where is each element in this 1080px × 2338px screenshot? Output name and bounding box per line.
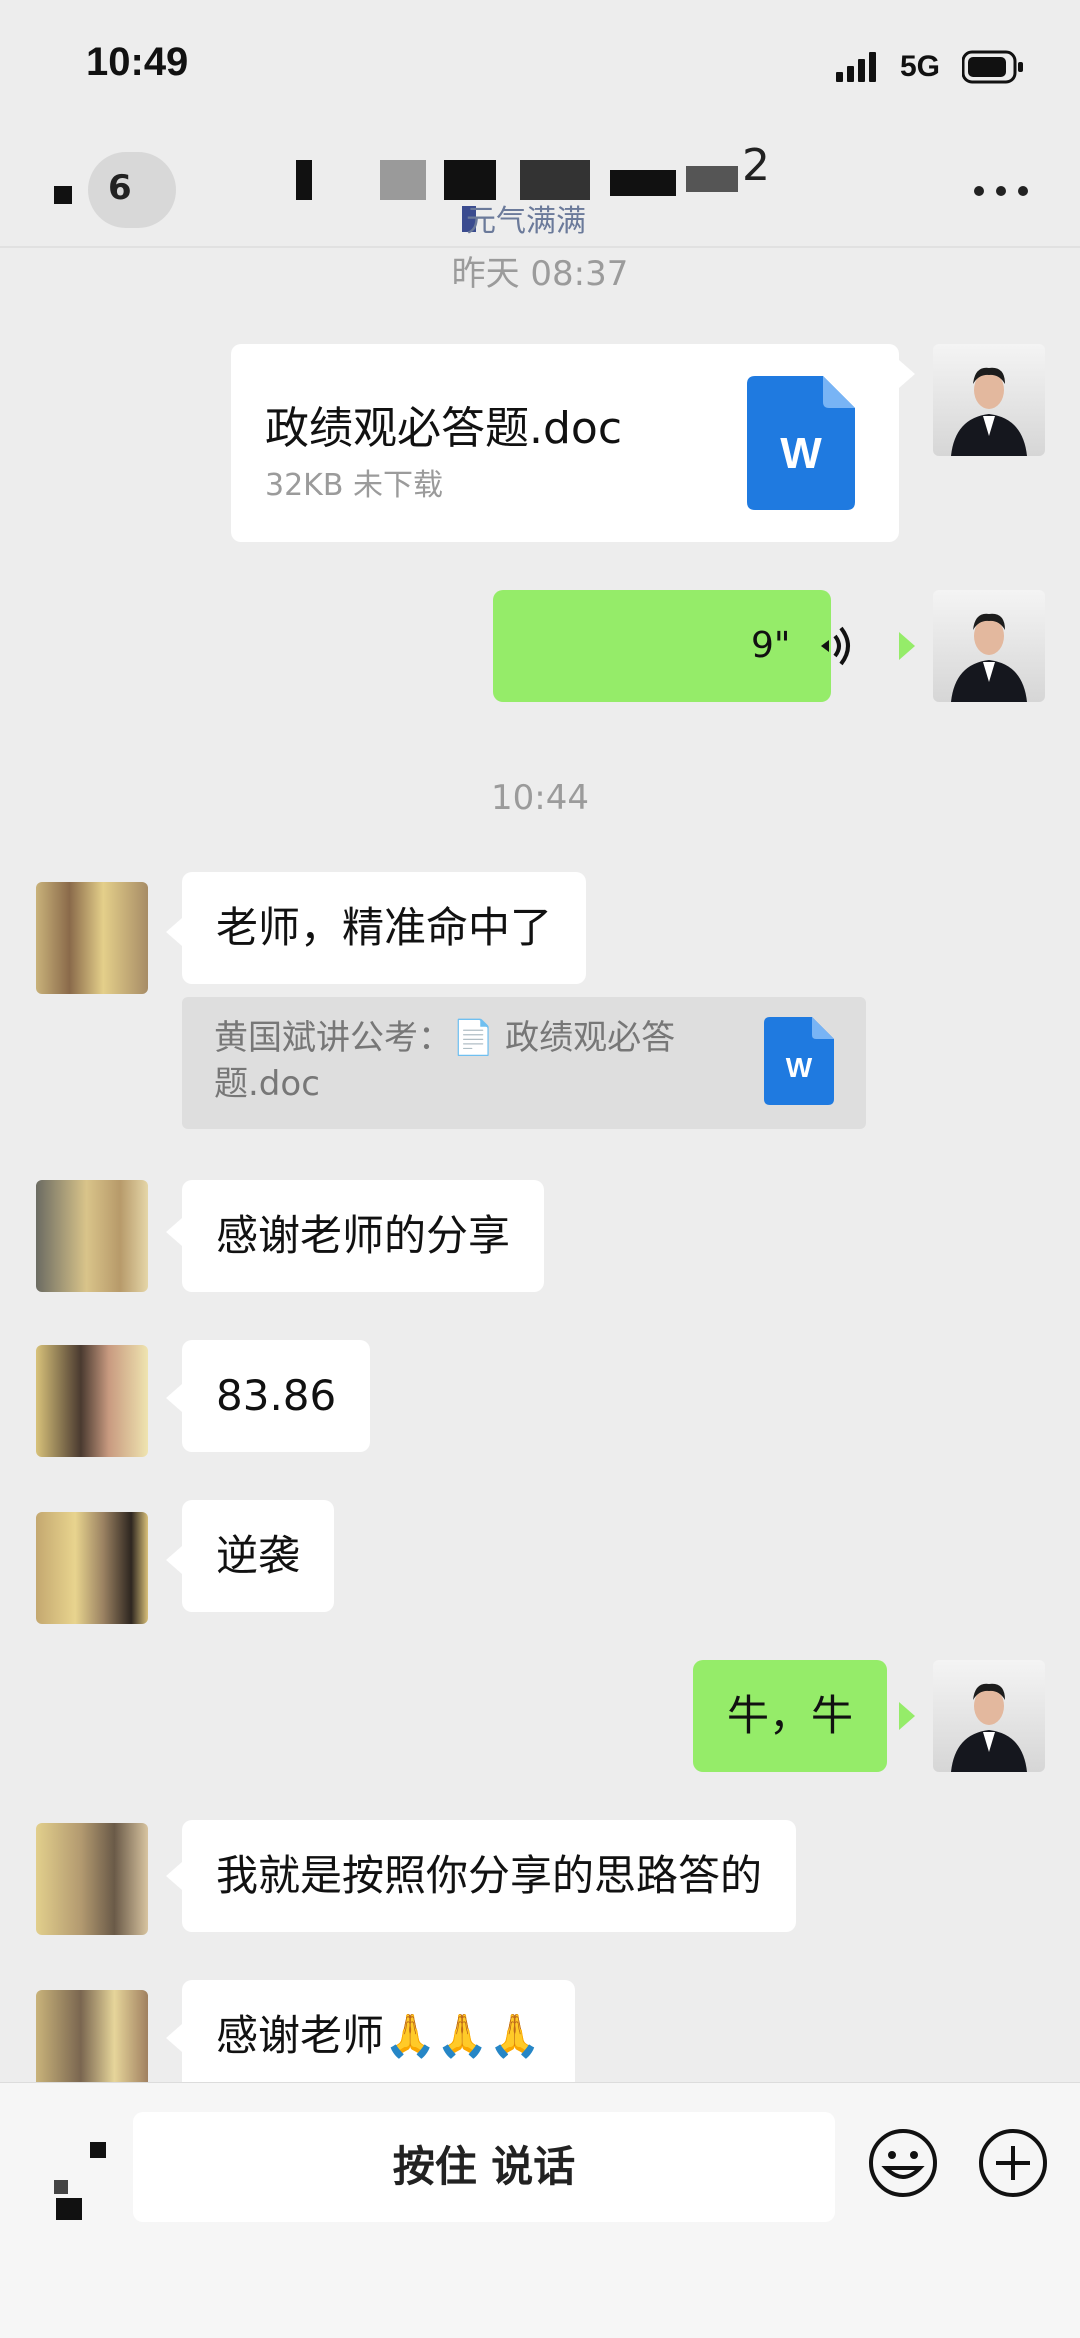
unread-count: 6 [108,168,132,208]
message-text: 83.86 [216,1371,337,1420]
avatar-other[interactable] [36,1823,148,1935]
word-doc-icon: W [764,1017,834,1105]
message-bubble[interactable]: 感谢老师🙏🙏🙏 [182,1980,575,2092]
bubble-tail [166,918,182,946]
message-text: 我就是按照你分享的思路答的 [216,1851,763,1900]
message-text: 感谢老师🙏🙏🙏 [216,2011,541,2060]
title-redaction [610,170,676,196]
avatar-other[interactable] [36,1512,148,1624]
signal-icon [836,52,876,82]
message-bubble[interactable]: 牛，牛 [693,1660,888,1772]
bubble-tail [166,2024,182,2052]
doc-letter: W [786,1052,813,1083]
message-bubble[interactable]: 我就是按照你分享的思路答的 [182,1820,797,1932]
doc-letter: W [780,429,822,478]
quoted-message[interactable]: 黄国斌讲公考：📄 政绩观必答题.doc W [182,997,866,1129]
message-text: 感谢老师的分享 [216,1211,511,1260]
emoji-icon[interactable] [868,2128,938,2198]
avatar-self[interactable] [933,590,1045,702]
bubble-tail [166,1218,182,1246]
network-label: 5G [900,50,941,83]
back-badge[interactable] [88,152,176,228]
avatar-self[interactable] [933,1660,1045,1772]
timestamp: 昨天 08:37 [451,254,629,294]
back-icon[interactable] [54,186,72,204]
hold-to-talk-button[interactable]: 按住 说话 [133,2112,835,2222]
word-doc-icon: W [747,376,855,510]
message-bubble[interactable]: 老师，精准命中了 [182,872,587,984]
title-redaction [296,160,312,200]
status-time: 10:49 [86,40,189,84]
bubble-tail [899,1702,915,1730]
voice-duration: 9" [751,625,791,666]
bubble-tail [166,1546,182,1574]
file-meta: 32KB 未下载 [265,468,443,503]
message-text: 逆袭 [216,1531,301,1580]
voice-message[interactable]: 9" [493,590,850,702]
avatar-other[interactable] [36,1180,148,1292]
avatar-other[interactable] [36,1345,148,1457]
chat-subtitle: 元气满满 [466,204,586,239]
message-bubble[interactable]: 83.86 [182,1340,371,1452]
chat-title: 2 [742,140,770,191]
title-redaction [520,160,590,200]
avatar-person-icon [951,1683,1027,1772]
more-dots-icon[interactable] [974,186,1028,196]
plus-icon[interactable] [978,2128,1048,2198]
message-bubble[interactable]: 逆袭 [182,1500,335,1612]
bubble-tail [166,1862,182,1890]
message-text: 牛，牛 [727,1691,854,1740]
avatar-person-icon [951,367,1027,456]
file-message[interactable]: 政绩观必答题.doc 32KB 未下载 W [231,344,899,542]
voice-wave-icon [821,626,850,666]
voice-mode-icon[interactable] [32,2140,112,2220]
message-bubble[interactable]: 感谢老师的分享 [182,1180,545,1292]
timestamp: 10:44 [491,778,589,818]
title-redaction [444,160,496,200]
title-redaction [686,166,738,192]
avatar-self[interactable] [933,344,1045,456]
quote-text: 黄国斌讲公考：📄 政绩观必答题.doc [214,1018,676,1104]
battery-icon [962,50,1023,84]
message-text: 老师，精准命中了 [216,903,553,952]
avatar-other[interactable] [36,882,148,994]
bubble-tail [166,1384,182,1412]
avatar-person-icon [951,613,1027,702]
bubble-tail [899,632,915,660]
bubble-tail [899,360,915,388]
file-name: 政绩观必答题.doc [265,403,623,454]
title-redaction [380,160,426,200]
